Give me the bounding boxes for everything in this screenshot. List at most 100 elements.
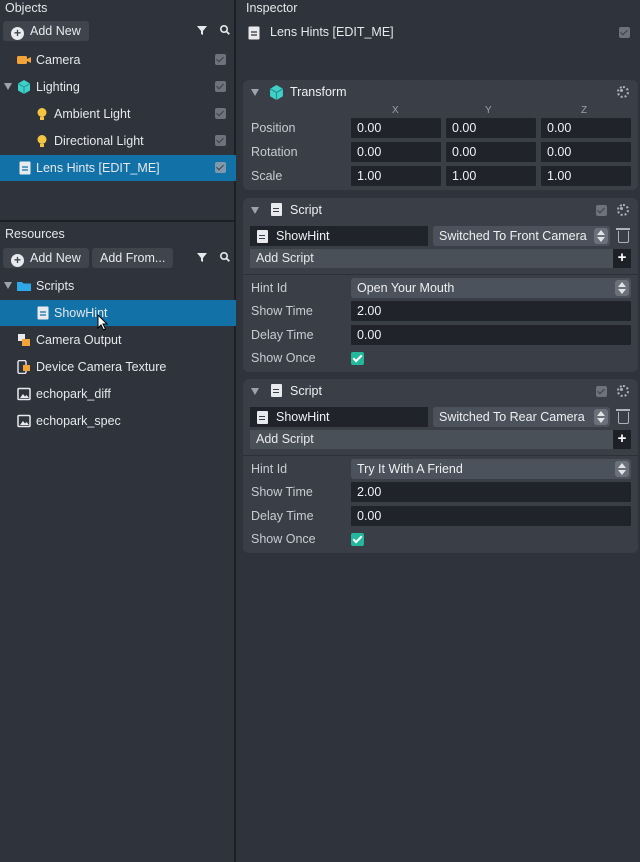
show-time-field[interactable]: 2.00 (351, 482, 631, 502)
scale-z-field[interactable]: 1.00 (541, 166, 631, 186)
script-enable-checkbox[interactable] (596, 205, 607, 216)
tree-item-lens-hints[interactable]: Lens Hints [EDIT_ME] (0, 155, 236, 181)
plus-icon[interactable]: + (613, 249, 631, 268)
position-y-field[interactable]: 0.00 (446, 118, 536, 138)
search-icon[interactable] (218, 250, 232, 264)
bulb-icon (37, 108, 47, 120)
tree-item-showhint-script[interactable]: ShowHint (0, 300, 236, 331)
enable-checkbox[interactable] (215, 135, 226, 146)
tree-item-label: Camera Output (36, 333, 122, 347)
enable-checkbox[interactable] (215, 108, 226, 119)
objects-toolbar: + Add New (0, 18, 234, 44)
inspector-object-header: Lens Hints [EDIT_ME] (238, 23, 640, 43)
script-asset-field[interactable]: ShowHint (250, 226, 428, 246)
script-doc-icon (37, 306, 49, 320)
position-z-field[interactable]: 0.00 (541, 118, 631, 138)
enable-checkbox[interactable] (215, 54, 226, 65)
script-doc-icon (248, 26, 260, 40)
add-script-label: Add Script (256, 432, 314, 446)
event-dropdown[interactable]: Switched To Front Camera (433, 226, 610, 246)
collapse-arrow-icon[interactable] (251, 388, 259, 395)
add-from-button[interactable]: Add From... (92, 248, 174, 268)
tree-item-device-camera-texture[interactable]: Device Camera Texture (0, 354, 236, 380)
enable-checkbox[interactable] (215, 162, 226, 173)
filter-icon[interactable] (195, 23, 209, 37)
delay-time-field[interactable]: 0.00 (351, 325, 631, 345)
render-target-icon (18, 334, 30, 346)
tree-item-ambient-light[interactable]: Ambient Light (0, 101, 236, 127)
inspector-panel: Inspector Lens Hints [EDIT_ME] Transform… (238, 0, 640, 862)
objects-add-new-label: Add New (30, 24, 81, 38)
gear-icon[interactable] (617, 86, 629, 98)
expand-arrow-icon[interactable] (4, 83, 12, 90)
rotation-x-field[interactable]: 0.00 (351, 142, 441, 162)
show-time-label: Show Time (251, 485, 313, 499)
trash-icon[interactable] (616, 409, 630, 424)
show-once-checkbox[interactable] (351, 533, 364, 546)
tree-item-lighting[interactable]: Lighting (0, 74, 236, 100)
tree-item-label: Ambient Light (54, 107, 131, 121)
enable-checkbox[interactable] (215, 81, 226, 92)
tree-item-echopark-spec[interactable]: echopark_spec (0, 408, 236, 434)
hint-id-label: Hint Id (251, 462, 288, 476)
show-time-field[interactable]: 2.00 (351, 301, 631, 321)
objects-add-new-button[interactable]: + Add New (3, 21, 89, 41)
script-doc-icon (271, 384, 282, 397)
script-doc-icon (19, 161, 31, 175)
delay-time-field[interactable]: 0.00 (351, 506, 631, 526)
scale-x-field[interactable]: 1.00 (351, 166, 441, 186)
collapse-arrow-icon[interactable] (251, 207, 259, 214)
rotation-y-field[interactable]: 0.00 (446, 142, 536, 162)
script-asset-field[interactable]: ShowHint (250, 407, 428, 427)
bulb-icon (37, 135, 47, 147)
search-icon[interactable] (218, 23, 232, 37)
transform-header[interactable]: Transform (243, 80, 638, 104)
script-title: Script (290, 384, 322, 398)
gear-icon[interactable] (617, 204, 629, 216)
hint-id-dropdown[interactable]: Try It With A Friend (351, 459, 631, 479)
resources-add-new-button[interactable]: + Add New (3, 248, 89, 268)
rotation-z-field[interactable]: 0.00 (541, 142, 631, 162)
show-once-checkbox[interactable] (351, 352, 364, 365)
tree-item-echopark-diff[interactable]: echopark_diff (0, 381, 236, 407)
hint-id-dropdown[interactable]: Open Your Mouth (351, 278, 631, 298)
add-from-label: Add From... (100, 251, 166, 265)
tree-item-camera[interactable]: Camera (0, 47, 236, 73)
event-dropdown[interactable]: Switched To Rear Camera (433, 407, 610, 427)
script-header[interactable]: Script (243, 379, 638, 403)
gear-icon[interactable] (617, 385, 629, 397)
hint-id-value: Open Your Mouth (357, 281, 455, 295)
trash-icon[interactable] (616, 228, 630, 243)
tree-item-label: Camera (36, 53, 81, 67)
add-script-button[interactable]: Add Script + (250, 249, 631, 268)
folder-icon (17, 282, 31, 291)
panel-divider[interactable] (0, 220, 236, 222)
hint-id-label: Hint Id (251, 281, 288, 295)
tree-item-scripts-folder[interactable]: Scripts (0, 273, 236, 299)
show-once-label: Show Once (251, 532, 316, 546)
axis-label-x: X (392, 105, 399, 116)
tree-item-camera-output[interactable]: Camera Output (0, 327, 236, 353)
image-icon (17, 387, 31, 401)
script-asset-name: ShowHint (276, 229, 330, 243)
tree-item-directional-light[interactable]: Directional Light (0, 128, 236, 154)
objects-panel-title: Objects (5, 1, 48, 15)
hint-id-value: Try It With A Friend (357, 462, 463, 476)
collapse-arrow-icon[interactable] (251, 89, 259, 96)
resources-toolbar: + Add New Add From... (0, 245, 236, 271)
scale-y-field[interactable]: 1.00 (446, 166, 536, 186)
object-enable-checkbox[interactable] (619, 27, 630, 38)
script-enable-checkbox[interactable] (596, 386, 607, 397)
lighting-icon (17, 80, 31, 94)
inspector-object-name: Lens Hints [EDIT_ME] (270, 25, 394, 39)
transform-cube-icon (269, 85, 284, 100)
position-x-field[interactable]: 0.00 (351, 118, 441, 138)
event-value: Switched To Rear Camera (439, 410, 585, 424)
script-header[interactable]: Script (243, 198, 638, 222)
add-script-button[interactable]: Add Script + (250, 430, 631, 449)
tree-item-label: Scripts (36, 279, 75, 293)
filter-icon[interactable] (195, 250, 209, 264)
plus-icon[interactable]: + (613, 430, 631, 449)
divider (243, 274, 638, 275)
expand-arrow-icon[interactable] (4, 282, 12, 289)
